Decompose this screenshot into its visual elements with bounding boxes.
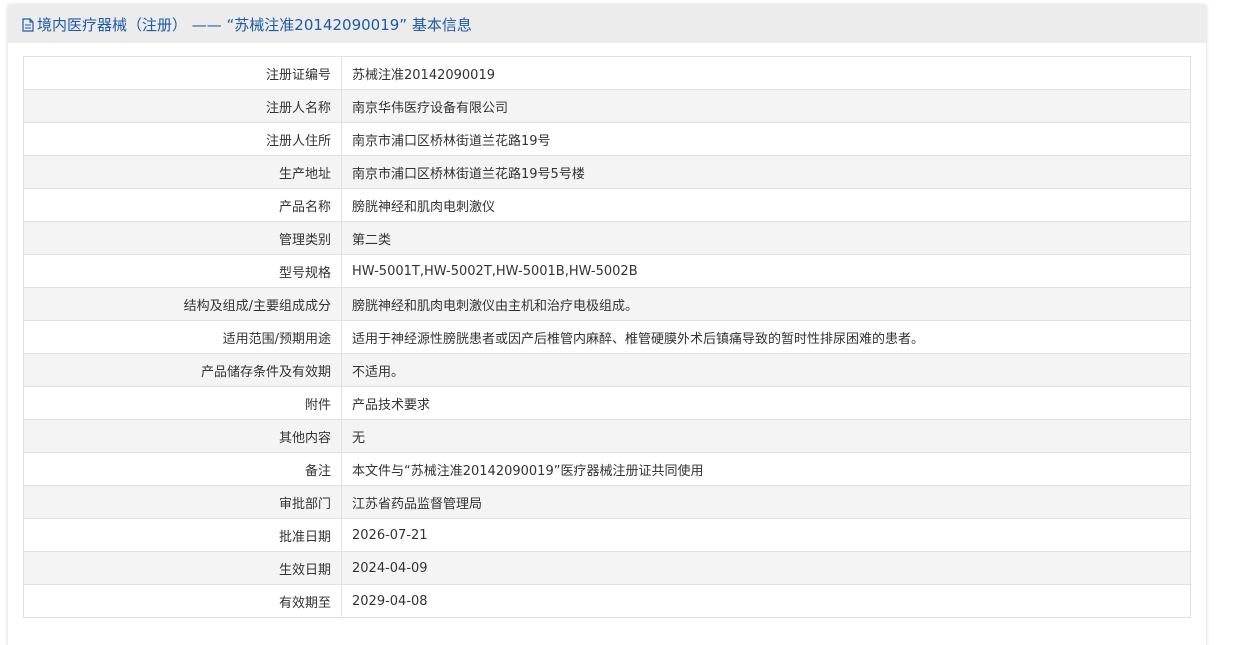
info-table: 注册证编号 苏械注准20142090019 注册人名称 南京华伟医疗设备有限公司 注册人… xyxy=(23,56,1191,618)
field-label: 有效期至 xyxy=(23,584,342,618)
field-value: 2024-04-09 xyxy=(341,551,1191,585)
table-row: 管理类别 第二类 xyxy=(23,221,1191,255)
table-row: 生效日期 2024-04-09 xyxy=(23,551,1191,585)
field-value: 适用于神经源性膀胱患者或因产后椎管内麻醉、椎管硬膜外术后镇痛导致的暂时性排尿困难… xyxy=(341,320,1191,354)
field-label: 审批部门 xyxy=(23,485,342,519)
field-label: 批准日期 xyxy=(23,518,342,552)
field-label: 注册人名称 xyxy=(23,89,342,123)
field-value: HW-5001T,HW-5002T,HW-5001B,HW-5002B xyxy=(341,254,1191,288)
document-icon xyxy=(22,17,34,32)
field-label: 生产地址 xyxy=(23,155,342,189)
table-row: 结构及组成/主要组成成分 膀胱神经和肌肉电刺激仪由主机和治疗电极组成。 xyxy=(23,287,1191,321)
table-row: 有效期至 2029-04-08 xyxy=(23,584,1191,618)
field-label: 产品名称 xyxy=(23,188,342,222)
field-value: 2029-04-08 xyxy=(341,584,1191,618)
field-value: 膀胱神经和肌肉电刺激仪由主机和治疗电极组成。 xyxy=(341,287,1191,321)
field-value: 本文件与“苏械注准20142090019”医疗器械注册证共同使用 xyxy=(341,452,1191,486)
field-label: 注册人住所 xyxy=(23,122,342,156)
field-label: 其他内容 xyxy=(23,419,342,453)
table-row: 附件 产品技术要求 xyxy=(23,386,1191,420)
panel-header: 境内医疗器械（注册） —— “苏械注准20142090019” 基本信息 xyxy=(8,5,1206,43)
field-value: 2026-07-21 xyxy=(341,518,1191,552)
field-label: 型号规格 xyxy=(23,254,342,288)
field-label: 结构及组成/主要组成成分 xyxy=(23,287,342,321)
field-value: 南京华伟医疗设备有限公司 xyxy=(341,89,1191,123)
table-row: 产品名称 膀胱神经和肌肉电刺激仪 xyxy=(23,188,1191,222)
field-label: 附件 xyxy=(23,386,342,420)
page-title: 境内医疗器械（注册） —— “苏械注准20142090019” 基本信息 xyxy=(37,15,472,34)
field-value: 不适用。 xyxy=(341,353,1191,387)
table-row: 注册证编号 苏械注准20142090019 xyxy=(23,56,1191,90)
table-row: 备注 本文件与“苏械注准20142090019”医疗器械注册证共同使用 xyxy=(23,452,1191,486)
field-label: 备注 xyxy=(23,452,342,486)
field-value: 南京市浦口区桥林街道兰花路19号5号楼 xyxy=(341,155,1191,189)
field-value: 膀胱神经和肌肉电刺激仪 xyxy=(341,188,1191,222)
table-row: 注册人名称 南京华伟医疗设备有限公司 xyxy=(23,89,1191,123)
table-row: 适用范围/预期用途 适用于神经源性膀胱患者或因产后椎管内麻醉、椎管硬膜外术后镇痛导… xyxy=(23,320,1191,354)
table-row: 产品储存条件及有效期 不适用。 xyxy=(23,353,1191,387)
info-panel: 境内医疗器械（注册） —— “苏械注准20142090019” 基本信息 注册证… xyxy=(8,5,1206,645)
field-value: 无 xyxy=(341,419,1191,453)
field-label: 适用范围/预期用途 xyxy=(23,320,342,354)
table-row: 审批部门 江苏省药品监督管理局 xyxy=(23,485,1191,519)
field-value: 南京市浦口区桥林街道兰花路19号 xyxy=(341,122,1191,156)
field-value: 江苏省药品监督管理局 xyxy=(341,485,1191,519)
table-row: 生产地址 南京市浦口区桥林街道兰花路19号5号楼 xyxy=(23,155,1191,189)
field-value: 产品技术要求 xyxy=(341,386,1191,420)
table-row: 型号规格 HW-5001T,HW-5002T,HW-5001B,HW-5002B xyxy=(23,254,1191,288)
table-row: 批准日期 2026-07-21 xyxy=(23,518,1191,552)
field-label: 注册证编号 xyxy=(23,56,342,90)
table-row: 其他内容无 xyxy=(23,419,1191,453)
field-label: 管理类别 xyxy=(23,221,342,255)
field-label: 产品储存条件及有效期 xyxy=(23,353,342,387)
field-value: 第二类 xyxy=(341,221,1191,255)
field-value: 苏械注准20142090019 xyxy=(341,56,1191,90)
table-row: 注册人住所 南京市浦口区桥林街道兰花路19号 xyxy=(23,122,1191,156)
field-label: 生效日期 xyxy=(23,551,342,585)
